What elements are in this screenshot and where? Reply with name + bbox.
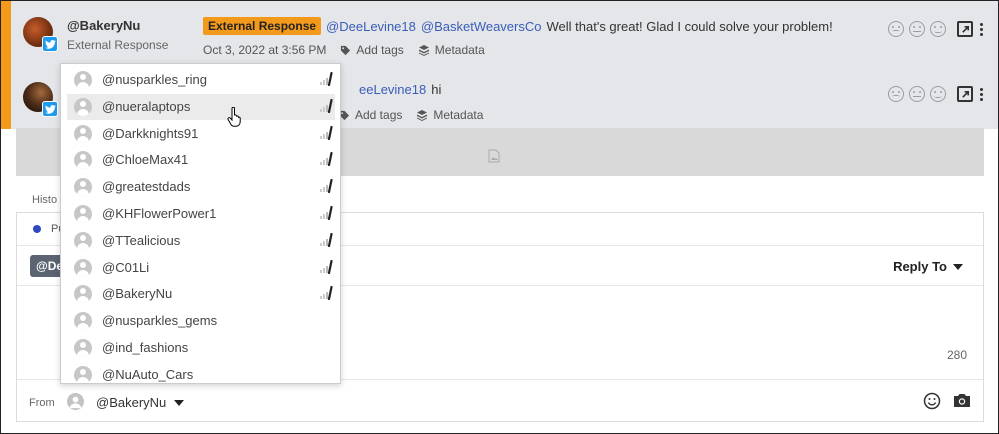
dropdown-account-item[interactable]: @greatestdads [67,174,335,200]
account-handle: @ChloeMax41 [102,152,189,168]
author-subtitle: External Response [67,38,169,52]
signal-strength-icon [319,179,333,196]
sentiment-neutral-icon[interactable] [909,21,925,37]
signal-strength-icon [319,71,333,89]
from-label: From [29,397,55,409]
character-count: 280 [946,348,967,362]
dropdown-account-item[interactable]: @nusparkles_ring [67,67,335,93]
account-handle: @C01Li [102,259,150,275]
user-avatar-icon [74,97,92,116]
from-avatar-icon [67,393,84,410]
account-handle: @TTealicious [102,232,181,248]
account-handle: @nusparkles_gems [102,313,218,329]
message-text: hi [431,82,442,97]
signal-strength-icon [319,152,333,169]
user-avatar-icon [74,205,92,223]
account-handle: @nusparkles_ring [102,72,207,87]
dropdown-account-item[interactable]: @ind_fashions [67,335,335,361]
from-account-name: @BakeryNu [96,395,167,410]
add-tags-button[interactable]: Add tags [339,108,402,122]
author-name[interactable]: @BakeryNu [67,18,140,33]
hand-pointer-icon [227,107,241,127]
signal-strength-icon [319,125,333,143]
user-avatar-icon [74,365,92,383]
account-handle: @nueralaptops [102,98,191,114]
sentiment-negative-icon[interactable] [888,86,904,102]
account-mention-dropdown[interactable]: @nusparkles_ring @nueralaptops @Darkknight… [60,63,341,384]
twitter-icon [42,36,58,52]
user-avatar-icon [74,339,92,357]
open-external-icon[interactable] [957,21,973,37]
user-avatar-icon [74,231,92,250]
user-avatar-icon [74,71,92,89]
tag-icon [341,45,351,55]
dropdown-account-item[interactable]: @NuAuto_Cars [67,362,335,383]
open-external-icon[interactable] [957,86,973,102]
dropdown-account-item[interactable]: @nusparkles_gems [67,308,335,334]
conversation-accent-bar [1,1,11,129]
add-tags-button[interactable]: Add tags [340,43,404,57]
caret-down-icon [953,263,963,270]
emoji-icon[interactable] [923,392,941,413]
from-account-dropdown[interactable]: @BakeryNu [96,395,185,410]
signal-strength-icon [319,232,333,250]
user-avatar-icon [74,178,92,197]
signal-strength-icon [319,205,333,223]
layers-icon [418,45,429,56]
user-avatar-icon [74,151,92,170]
signal-strength-icon [319,286,333,303]
external-response-tag: External Response [203,17,322,35]
sentiment-negative-icon[interactable] [888,21,904,37]
more-options-icon[interactable] [980,87,983,101]
dropdown-account-item[interactable]: @Darkknights91 [67,121,335,147]
sentiment-positive-icon[interactable] [930,21,946,37]
metadata-label: Metadata [434,43,485,57]
signal-strength-icon [319,259,333,277]
reply-to-dropdown[interactable]: Reply To [893,259,963,274]
message-text: Well that's great! Glad I could solve yo… [546,18,833,34]
reply-to-label: Reply To [893,259,947,274]
account-handle: @BakeryNu [102,286,173,302]
image-file-icon [488,149,500,163]
metadata-label: Metadata [433,108,484,122]
user-avatar-icon [74,312,92,331]
message-item[interactable]: @BakeryNu External Response External Res… [11,1,997,63]
account-handle: @Darkknights91 [102,125,199,141]
dropdown-account-item[interactable]: @C01Li [67,255,335,281]
camera-icon[interactable] [953,392,971,411]
from-row: From @BakeryNu [17,379,983,421]
dropdown-account-item[interactable]: @BakeryNu [67,281,335,307]
caret-down-icon [174,399,185,406]
metadata-button[interactable]: Metadata [418,43,485,57]
visibility-radio[interactable] [33,225,41,233]
dropdown-account-item[interactable]: @ChloeMax41 [67,147,335,173]
dropdown-account-item[interactable]: @KHFlowerPower1 [67,201,335,227]
user-avatar-icon [74,258,92,277]
sentiment-positive-icon[interactable] [930,86,946,102]
dropdown-account-item[interactable]: @TTealicious [67,228,335,254]
add-tags-label: Add tags [355,108,403,122]
user-avatar-icon [74,124,92,143]
more-options-icon[interactable] [980,22,983,36]
message-timestamp: Oct 3, 2022 at 3:56 PM [203,43,327,57]
account-handle: @greatestdads [102,179,191,195]
mention-link[interactable]: @DeeLevine18 [326,19,416,34]
account-handle: @ind_fashions [102,340,189,355]
twitter-icon [42,101,58,117]
dropdown-account-item[interactable]: @nueralaptops [67,93,335,120]
metadata-button[interactable]: Metadata [416,108,483,122]
mention-link[interactable]: eeLevine18 [359,82,426,97]
signal-strength-icon [319,98,333,116]
account-handle: @KHFlowerPower1 [102,206,217,221]
add-tags-label: Add tags [356,43,404,57]
layers-icon [417,110,428,121]
sentiment-neutral-icon[interactable] [909,86,925,102]
tab-history[interactable]: Histo [32,194,57,206]
account-handle: @NuAuto_Cars [102,366,194,382]
mention-link[interactable]: @BasketWeaversCo [421,19,542,34]
user-avatar-icon [74,285,92,304]
